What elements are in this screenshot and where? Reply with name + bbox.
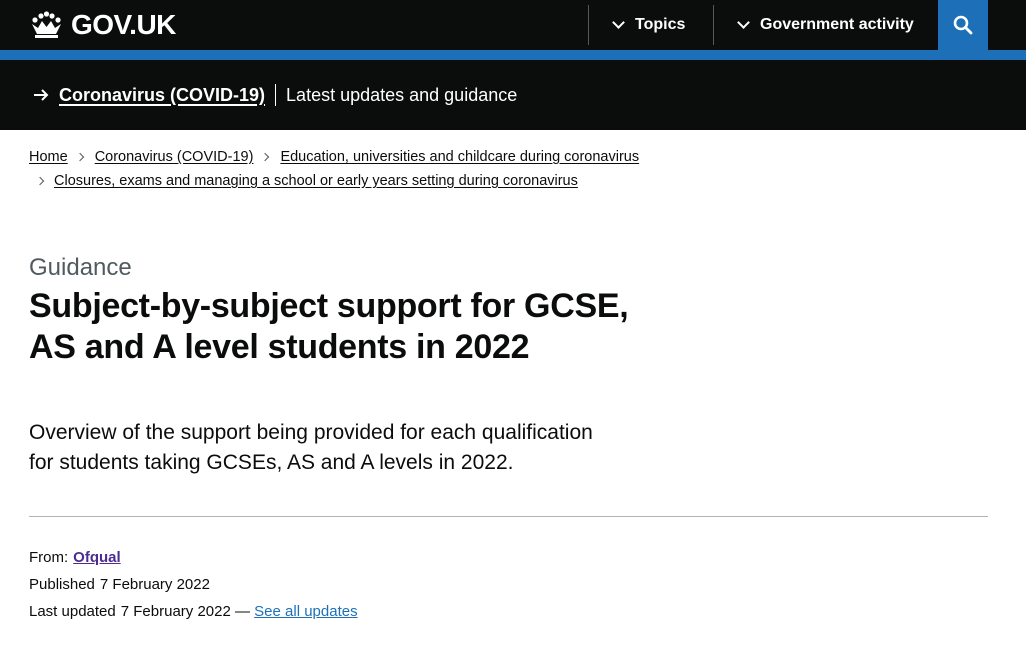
see-all-updates-link[interactable]: See all updates — [254, 603, 357, 620]
published-date: 7 February 2022 — [99, 576, 210, 593]
breadcrumb: Home Coronavirus (COVID-19) Education, u… — [29, 145, 729, 193]
site-header: GOV.UK Topics Government activity — [0, 0, 1026, 50]
crown-icon — [32, 11, 61, 38]
banner-text: Latest updates and guidance — [286, 84, 518, 105]
organisation-link[interactable]: Ofqual — [73, 549, 121, 566]
topics-label: Topics — [635, 16, 686, 33]
chevron-down-icon — [612, 16, 625, 29]
page-title-line: AS and A level students in 2022 — [29, 328, 530, 366]
breadcrumb-coronavirus[interactable]: Coronavirus (COVID-19) — [95, 145, 254, 169]
metadata-from: From: Ofqual — [29, 548, 121, 568]
updated-date: 7 February 2022 — [120, 603, 231, 620]
page-summary-line: Overview of the support being provided f… — [29, 421, 593, 444]
nav-divider — [713, 5, 714, 45]
updated-separator: — — [235, 603, 250, 620]
government-activity-menu-button[interactable]: Government activity — [737, 0, 914, 50]
breadcrumb-home[interactable]: Home — [29, 145, 68, 169]
covid-link[interactable]: Coronavirus (COVID-19) — [59, 85, 265, 106]
metadata-updated: Last updated 7 February 2022 — See all up… — [29, 602, 358, 622]
published-label: Published — [29, 576, 95, 593]
page-summary-line: for students taking GCSEs, AS and A leve… — [29, 451, 514, 474]
govuk-logo-link[interactable]: GOV.UK — [29, 8, 176, 42]
banner-separator — [275, 84, 277, 106]
chevron-right-icon — [35, 176, 45, 186]
arrow-right-icon — [34, 89, 49, 101]
from-label: From: — [29, 549, 69, 566]
section-divider — [29, 516, 988, 517]
topics-menu-button[interactable]: Topics — [612, 0, 686, 50]
metadata-published: Published 7 February 2022 — [29, 575, 210, 595]
chevron-down-icon — [737, 16, 750, 29]
search-button[interactable] — [938, 0, 988, 50]
nav-divider — [588, 5, 589, 45]
search-icon — [953, 15, 973, 35]
chevron-right-icon — [75, 152, 84, 162]
covid-banner: Coronavirus (COVID-19) Latest updates an… — [0, 60, 1026, 130]
logo-text: GOV.UK — [71, 9, 176, 40]
government-activity-label: Government activity — [760, 16, 914, 33]
breadcrumb-closures[interactable]: Closures, exams and managing a school or… — [54, 169, 578, 193]
page-summary: Overview of the support being provided f… — [29, 418, 689, 478]
chevron-right-icon — [261, 152, 270, 162]
page-title-line: Subject-by-subject support for GCSE, — [29, 287, 629, 325]
breadcrumb-education[interactable]: Education, universities and childcare du… — [280, 145, 639, 169]
updated-label: Last updated — [29, 603, 116, 620]
header-accent-bar — [0, 50, 1026, 60]
page-caption: Guidance — [29, 254, 132, 281]
page-title: Subject-by-subject support for GCSE, AS … — [29, 286, 679, 368]
